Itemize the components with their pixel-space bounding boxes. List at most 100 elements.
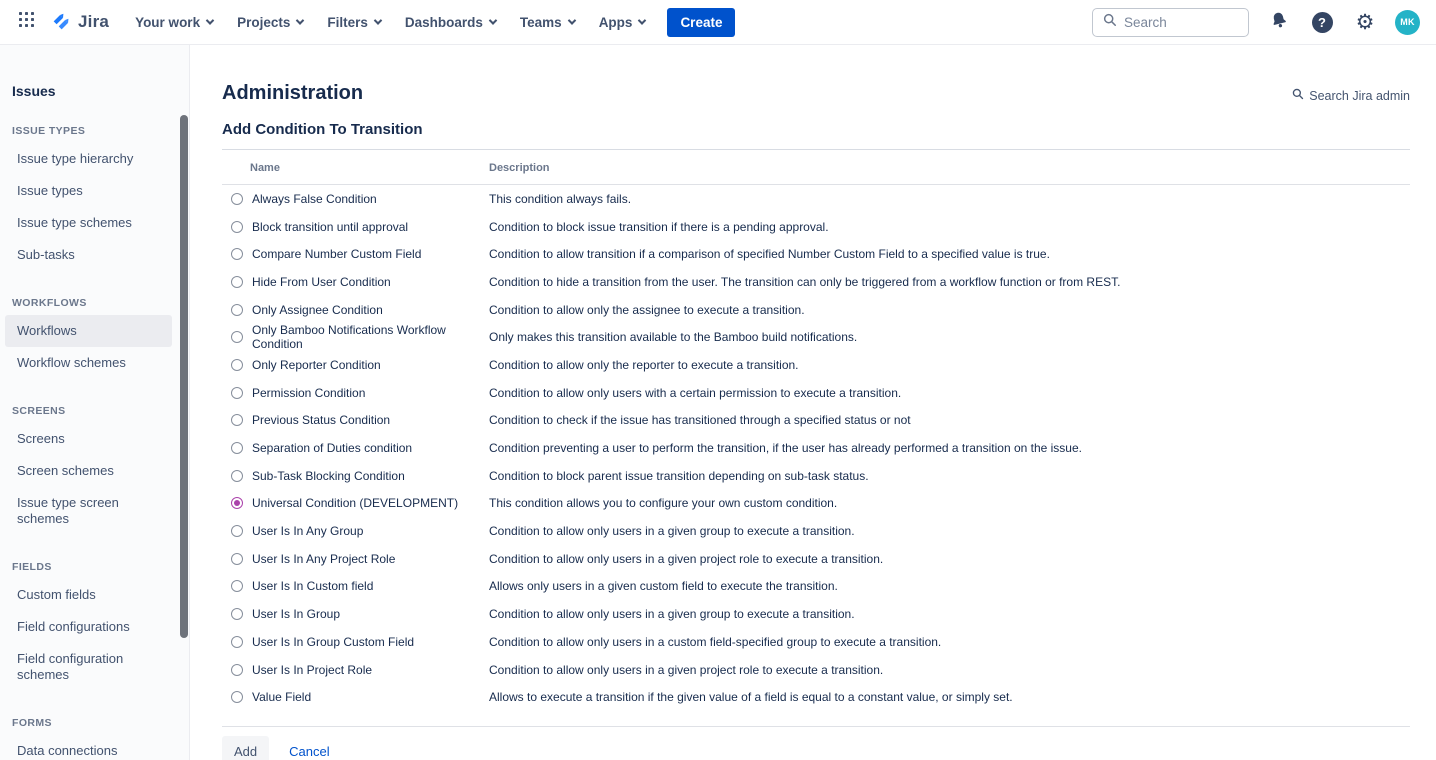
sidebar-item-workflows[interactable]: Workflows xyxy=(5,315,172,347)
name-cell: Block transition until approval xyxy=(222,220,489,234)
create-button[interactable]: Create xyxy=(667,8,735,37)
sidebar-item-issue-types[interactable]: Issue types xyxy=(5,175,172,207)
gear-icon: ⚙ xyxy=(1356,12,1375,33)
nav-item-projects[interactable]: Projects xyxy=(229,7,311,38)
table-header-row: Name Description xyxy=(222,152,1410,185)
sidebar-item-data-connections[interactable]: Data connections xyxy=(5,735,172,760)
table-row: Compare Number Custom FieldCondition to … xyxy=(222,240,1410,268)
nav-item-dashboards[interactable]: Dashboards xyxy=(397,7,504,38)
search-jira-admin-link[interactable]: Search Jira admin xyxy=(1292,88,1410,105)
table-row: User Is In Custom fieldAllows only users… xyxy=(222,573,1410,601)
sidebar-title: Issues xyxy=(0,83,189,99)
radio-unselected[interactable] xyxy=(231,553,243,565)
radio-unselected[interactable] xyxy=(231,248,243,260)
sidebar-item-issue-type-hierarchy[interactable]: Issue type hierarchy xyxy=(5,143,172,175)
help-icon: ? xyxy=(1312,12,1333,33)
name-cell: Value Field xyxy=(222,690,489,704)
column-header-description: Description xyxy=(489,162,550,174)
condition-description: Condition to allow only users with a cer… xyxy=(489,386,1410,400)
radio-unselected[interactable] xyxy=(231,525,243,537)
table-body: Always False ConditionThis condition alw… xyxy=(222,185,1410,711)
condition-description: Condition to allow only users in a given… xyxy=(489,552,1410,566)
chevron-down-icon xyxy=(206,16,214,24)
table-row: Block transition until approvalCondition… xyxy=(222,213,1410,241)
page-title: Administration xyxy=(222,82,363,105)
main-content: Administration Search Jira admin Add Con… xyxy=(190,45,1436,760)
table-row: Only Assignee ConditionCondition to allo… xyxy=(222,296,1410,324)
form-actions: Add Cancel xyxy=(222,727,1410,760)
settings-button[interactable]: ⚙ xyxy=(1352,9,1378,35)
condition-name: Universal Condition (DEVELOPMENT) xyxy=(252,496,458,510)
condition-name: Previous Status Condition xyxy=(252,413,390,427)
condition-description: Condition to allow only users in a given… xyxy=(489,524,1410,538)
cancel-link[interactable]: Cancel xyxy=(289,744,329,759)
table-row: Previous Status ConditionCondition to ch… xyxy=(222,407,1410,435)
name-cell: Compare Number Custom Field xyxy=(222,247,489,261)
sidebar-scrollbar[interactable] xyxy=(180,115,188,638)
global-search[interactable] xyxy=(1092,8,1249,37)
condition-name: Only Bamboo Notifications Workflow Condi… xyxy=(252,323,489,351)
user-avatar[interactable]: MK xyxy=(1395,10,1420,35)
help-button[interactable]: ? xyxy=(1309,9,1335,35)
name-cell: Universal Condition (DEVELOPMENT) xyxy=(222,496,489,510)
radio-unselected[interactable] xyxy=(231,276,243,288)
sidebar-section-header: SCREENS xyxy=(0,405,189,417)
sidebar-item-issue-type-screen-schemes[interactable]: Issue type screen schemes xyxy=(5,487,172,535)
radio-unselected[interactable] xyxy=(231,636,243,648)
condition-description: Condition to block issue transition if t… xyxy=(489,220,1410,234)
radio-selected[interactable] xyxy=(231,497,243,509)
radio-unselected[interactable] xyxy=(231,221,243,233)
condition-description: Condition to hide a transition from the … xyxy=(489,275,1410,289)
table-row: Permission ConditionCondition to allow o… xyxy=(222,379,1410,407)
sidebar-item-field-configurations[interactable]: Field configurations xyxy=(5,611,172,643)
name-cell: User Is In Group Custom Field xyxy=(222,635,489,649)
name-cell: Sub-Task Blocking Condition xyxy=(222,469,489,483)
search-icon xyxy=(1103,13,1117,32)
chevron-down-icon xyxy=(567,16,575,24)
condition-description: Condition to allow only users in a custo… xyxy=(489,635,1410,649)
add-button[interactable]: Add xyxy=(222,736,269,760)
radio-unselected[interactable] xyxy=(231,580,243,592)
condition-name: User Is In Group Custom Field xyxy=(252,635,414,649)
radio-unselected[interactable] xyxy=(231,470,243,482)
nav-item-teams[interactable]: Teams xyxy=(512,7,583,38)
condition-name: Only Assignee Condition xyxy=(252,303,383,317)
radio-unselected[interactable] xyxy=(231,414,243,426)
sidebar-item-workflow-schemes[interactable]: Workflow schemes xyxy=(5,347,172,379)
name-cell: User Is In Project Role xyxy=(222,663,489,677)
sidebar-item-sub-tasks[interactable]: Sub-tasks xyxy=(5,239,172,271)
condition-name: Sub-Task Blocking Condition xyxy=(252,469,405,483)
radio-unselected[interactable] xyxy=(231,691,243,703)
search-icon xyxy=(1292,88,1304,103)
radio-unselected[interactable] xyxy=(231,331,243,343)
radio-unselected[interactable] xyxy=(231,664,243,676)
sidebar-item-field-configuration-schemes[interactable]: Field configuration schemes xyxy=(5,643,172,691)
condition-description: Condition preventing a user to perform t… xyxy=(489,441,1410,455)
radio-unselected[interactable] xyxy=(231,387,243,399)
nav-item-label: Filters xyxy=(327,15,368,30)
search-input[interactable] xyxy=(1124,15,1238,30)
sidebar-item-custom-fields[interactable]: Custom fields xyxy=(5,579,172,611)
sidebar-item-screens[interactable]: Screens xyxy=(5,423,172,455)
condition-name: User Is In Project Role xyxy=(252,663,372,677)
radio-unselected[interactable] xyxy=(231,608,243,620)
jira-home-link[interactable]: Jira xyxy=(46,9,123,36)
name-cell: Permission Condition xyxy=(222,386,489,400)
radio-unselected[interactable] xyxy=(231,359,243,371)
table-row: Only Reporter ConditionCondition to allo… xyxy=(222,351,1410,379)
condition-description: Condition to block parent issue transiti… xyxy=(489,469,1410,483)
nav-item-apps[interactable]: Apps xyxy=(591,7,654,38)
notifications-button[interactable] xyxy=(1266,9,1292,35)
radio-unselected[interactable] xyxy=(231,442,243,454)
nav-item-filters[interactable]: Filters xyxy=(319,7,389,38)
app-switcher-button[interactable] xyxy=(10,6,42,38)
name-cell: Previous Status Condition xyxy=(222,413,489,427)
radio-unselected[interactable] xyxy=(231,193,243,205)
condition-name: User Is In Any Project Role xyxy=(252,552,395,566)
radio-unselected[interactable] xyxy=(231,304,243,316)
sidebar-item-issue-type-schemes[interactable]: Issue type schemes xyxy=(5,207,172,239)
sidebar-section-header: FIELDS xyxy=(0,561,189,573)
nav-item-your-work[interactable]: Your work xyxy=(127,7,221,38)
sidebar-item-screen-schemes[interactable]: Screen schemes xyxy=(5,455,172,487)
condition-name: Always False Condition xyxy=(252,192,377,206)
